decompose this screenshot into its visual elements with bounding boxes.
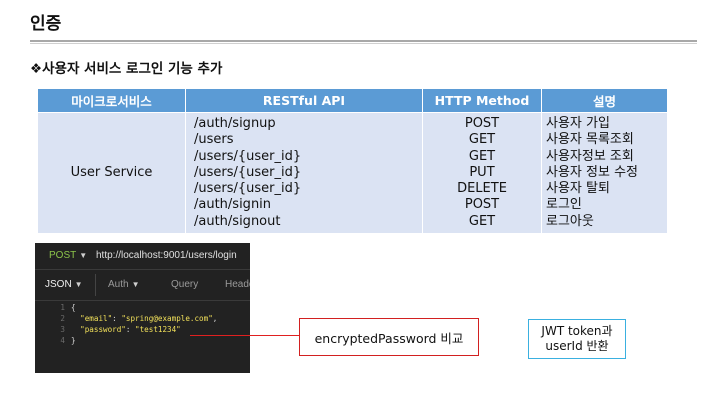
table-header-row: 마이크로서비스 RESTful API HTTP Method 설명 <box>37 88 668 113</box>
api-path-cell: /auth/signup /users /users/{user_id} /us… <box>185 111 423 235</box>
api-path: /users/{user_id} <box>194 148 302 164</box>
http-method: GET <box>468 148 496 164</box>
service-name-cell: User Service <box>37 111 186 235</box>
json-body-editor[interactable]: 1{ 2 "email": "spring@example.com", 3 "p… <box>35 303 250 347</box>
jwt-return-callout: JWT token과 userId 반환 <box>528 319 626 359</box>
description-cell: 사용자 가입 사용자 목록조회 사용자정보 조회 사용자 정보 수정 사용자 탈… <box>541 111 668 235</box>
compare-password-callout: encryptedPassword 비교 <box>299 318 479 356</box>
tab-headers[interactable]: Heade <box>225 279 250 290</box>
http-method-cell: POST GET GET PUT DELETE POST GET <box>422 111 542 235</box>
tab-query[interactable]: Query <box>171 279 198 290</box>
line-number: 2 <box>60 314 65 323</box>
header-http-method: HTTP Method <box>422 88 542 113</box>
api-path: /users/{user_id} <box>194 181 302 197</box>
section-heading: ❖사용자 서비스 로그인 기능 추가 <box>30 61 223 77</box>
line-number: 1 <box>60 303 65 312</box>
close-brace: } <box>71 336 76 345</box>
json-value: "spring@example.com" <box>121 314 213 323</box>
tab-auth[interactable]: Auth ▼ <box>108 279 140 290</box>
code-line: 2 "email": "spring@example.com", <box>35 314 250 325</box>
title-underline <box>30 40 697 44</box>
callout-connector-line <box>190 335 300 336</box>
caret-down-icon: ▼ <box>74 280 83 289</box>
description: 사용자 탈퇴 <box>546 181 610 197</box>
compare-password-text: encryptedPassword 비교 <box>314 330 464 346</box>
api-path: /auth/signup <box>194 116 276 131</box>
http-method: GET <box>468 132 496 148</box>
page-title: 인증 <box>30 14 62 34</box>
caret-down-icon: ▼ <box>131 280 140 289</box>
jwt-return-line2: userId 반환 <box>545 339 609 353</box>
tab-json[interactable]: JSON ▼ <box>45 279 83 290</box>
caret-down-icon: ▼ <box>79 251 88 260</box>
json-key: "password" <box>80 325 126 334</box>
jwt-return-line1: JWT token과 <box>541 324 613 338</box>
header-restful-api: RESTful API <box>185 88 423 113</box>
description: 로그아웃 <box>546 213 594 229</box>
code-line: 4} <box>35 336 250 347</box>
api-path: /auth/signout <box>194 213 281 229</box>
line-number: 4 <box>60 336 65 345</box>
http-method: PUT <box>469 164 495 180</box>
table-row: User Service /auth/signup /users /users/… <box>37 111 668 235</box>
url-bar: POST ▼ http://localhost:9001/users/login <box>35 243 250 270</box>
code-line: 1{ <box>35 303 250 314</box>
line-number: 3 <box>60 325 65 334</box>
description: 로그인 <box>546 197 582 213</box>
description: 사용자 목록조회 <box>546 132 634 148</box>
method-select[interactable]: POST ▼ <box>49 250 87 261</box>
header-microservice: 마이크로서비스 <box>37 88 186 113</box>
method-label: POST <box>49 250 77 261</box>
url-input[interactable]: http://localhost:9001/users/login <box>96 250 237 261</box>
http-method: DELETE <box>457 181 507 197</box>
http-method: POST <box>464 116 500 131</box>
tab-auth-label: Auth <box>108 279 129 290</box>
http-method: POST <box>464 197 500 213</box>
api-table: 마이크로서비스 RESTful API HTTP Method 설명 User … <box>37 88 668 235</box>
request-tabs: JSON▼ Auth▼ Query Heade <box>35 270 250 301</box>
json-key: "email" <box>80 314 113 323</box>
tab-divider <box>95 274 96 296</box>
tab-json-label: JSON <box>45 279 72 290</box>
description: 사용자 가입 <box>546 116 610 131</box>
open-brace: { <box>71 303 76 312</box>
http-method: GET <box>468 213 496 229</box>
api-path: /auth/signin <box>194 197 272 213</box>
json-value: "test1234" <box>135 325 181 334</box>
api-path: /users <box>194 132 234 148</box>
header-description: 설명 <box>541 88 668 113</box>
description: 사용자 정보 수정 <box>546 164 638 180</box>
postman-request-screenshot: POST ▼ http://localhost:9001/users/login … <box>35 243 250 373</box>
description: 사용자정보 조회 <box>546 148 634 164</box>
api-path: /users/{user_id} <box>194 164 302 180</box>
